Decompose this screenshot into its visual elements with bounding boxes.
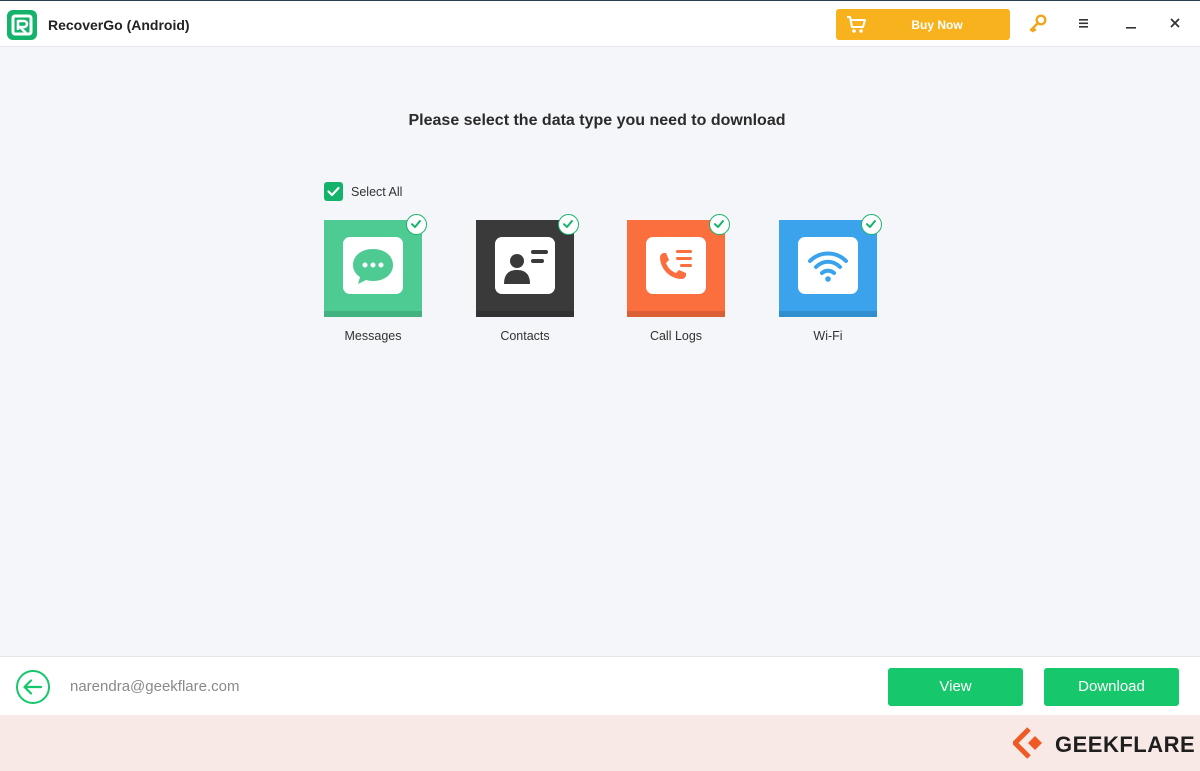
tile-shade — [779, 311, 877, 317]
tile-shade — [476, 311, 574, 317]
select-all-label: Select All — [351, 185, 403, 199]
geekflare-watermark: GEEKFLARE — [1011, 727, 1195, 759]
selected-check-icon — [406, 214, 427, 235]
type-label: Contacts — [500, 329, 550, 343]
tile-icon-frame — [646, 237, 706, 294]
type-tile-call-logs[interactable]: Call Logs — [627, 214, 730, 350]
type-label: Messages — [344, 329, 402, 343]
type-tile-contacts[interactable]: Contacts — [476, 214, 579, 350]
buy-now-label: Buy Now — [911, 18, 963, 32]
close-icon[interactable] — [1168, 16, 1182, 30]
type-tile-messages[interactable]: Messages — [324, 214, 427, 350]
watermark-text: GEEKFLARE — [1055, 732, 1196, 757]
footer-bar: narendra@geekflare.com View Download — [0, 656, 1200, 715]
page-heading: Please select the data type you need to … — [408, 112, 786, 129]
tile-shade — [627, 311, 725, 317]
wifi-icon — [808, 251, 848, 282]
tile-background — [779, 220, 877, 317]
key-icon[interactable] — [1028, 14, 1048, 34]
buy-now-button[interactable]: Buy Now — [836, 9, 1010, 40]
account-email: narendra@geekflare.com — [70, 678, 240, 695]
tile-icon-frame — [798, 237, 858, 294]
selected-check-icon — [709, 214, 730, 235]
back-arrow-icon[interactable] — [15, 669, 51, 705]
app-window: RecoverGo (Android) Buy Now Please selec… — [0, 0, 1200, 715]
title-bar: RecoverGo (Android) Buy Now — [0, 1, 1200, 47]
tile-shade — [324, 311, 422, 317]
tile-background — [324, 220, 422, 317]
tile-background — [627, 220, 725, 317]
tile-icon-frame — [343, 237, 403, 294]
type-label: Wi-Fi — [813, 329, 843, 343]
view-button[interactable]: View — [888, 668, 1023, 706]
type-label: Call Logs — [649, 329, 703, 343]
menu-icon[interactable] — [1076, 16, 1092, 30]
selected-check-icon — [558, 214, 579, 235]
phone-list-icon — [660, 250, 692, 279]
tile-icon-frame — [495, 237, 555, 294]
selected-check-icon — [861, 214, 882, 235]
app-title: RecoverGo (Android) — [48, 17, 190, 33]
tile-background — [476, 220, 574, 317]
minimize-icon[interactable] — [1124, 16, 1138, 30]
type-tile-wifi[interactable]: Wi-Fi — [779, 214, 882, 350]
download-button[interactable]: Download — [1044, 668, 1179, 706]
chat-bubble-icon — [353, 249, 393, 284]
checkbox-checked-icon — [324, 182, 343, 201]
geekflare-logo-icon — [1011, 727, 1042, 759]
app-logo-icon — [7, 10, 37, 40]
contact-card-icon — [504, 250, 548, 284]
